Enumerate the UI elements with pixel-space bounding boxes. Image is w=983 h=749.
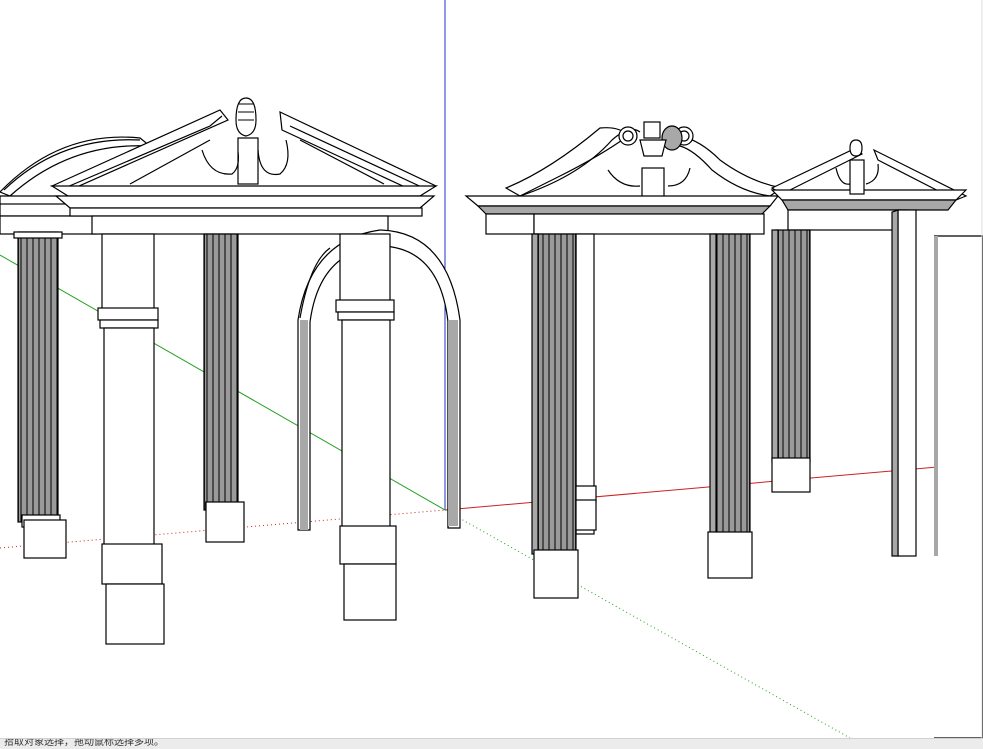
status-hint-text: 拾取对象选择，拖动鼠标选择多项。 [4,738,164,748]
plain-column [339,233,391,305]
left-gateway-model[interactable] [0,97,461,645]
model-viewport[interactable] [0,0,983,738]
green-axis-dotted [444,509,851,738]
plain-post [897,209,917,557]
left-front-pediment-right [279,110,438,195]
wall-panel [934,235,983,738]
urn-finial [201,97,289,185]
model-canvas[interactable] [0,0,983,738]
right-gateway-model[interactable] [464,121,983,738]
swan-neck-pediment [504,127,629,197]
plain-column [101,233,155,315]
small-pediment [770,147,864,195]
fluted-pilaster [203,233,239,511]
status-bar: 拾取对象选择，拖动鼠标选择多项。 [0,738,983,749]
urn-finial [835,139,879,195]
fluted-pilaster [17,231,59,523]
